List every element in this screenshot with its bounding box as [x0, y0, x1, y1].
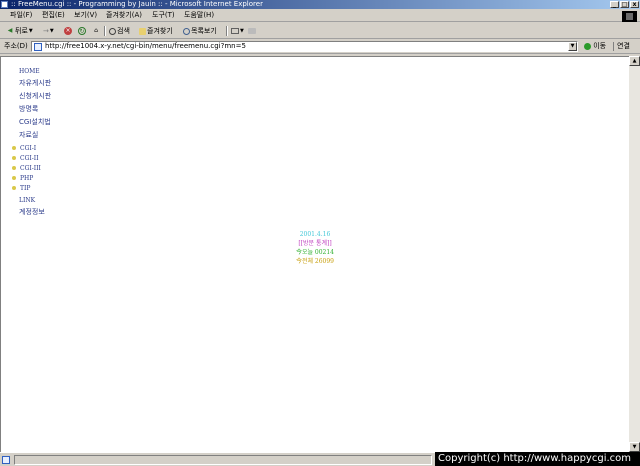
toolbar-divider — [226, 26, 228, 36]
history-icon — [183, 27, 190, 35]
address-bar: 주소(D) http://free1004.x-y.net/cgi-bin/me… — [0, 39, 640, 54]
refresh-icon: ↻ — [78, 27, 86, 35]
stop-icon: × — [64, 27, 72, 35]
menu-file[interactable]: 파일(F) — [8, 11, 34, 20]
menu-link-request-board[interactable]: 신청게시판 — [19, 92, 51, 101]
stop-button[interactable]: × — [64, 26, 72, 36]
search-button[interactable]: 검색 — [109, 26, 130, 36]
search-icon — [109, 27, 116, 35]
bullet-icon — [12, 186, 16, 190]
menu-link-cgi-1[interactable]: CGI-I — [20, 144, 36, 153]
menu-link-cgi-3[interactable]: CGI-III — [20, 164, 41, 173]
minimize-button[interactable]: _ — [610, 1, 619, 8]
menu-bar: 파일(F) 편집(E) 보기(V) 즐겨찾기(A) 도구(T) 도움말(H) — [0, 9, 640, 22]
stats-date: 2001.4.16 — [299, 231, 331, 238]
forward-arrow-icon: → — [43, 27, 49, 35]
links-button[interactable]: 연결 — [613, 42, 630, 51]
stats-total: 今전체 26099 — [295, 258, 335, 265]
windows-logo-icon — [622, 11, 637, 22]
visitor-stats: 2001.4.16 [[방문 통계]] 今오늘 00214 今전체 26099 — [280, 230, 350, 266]
menu-link-home[interactable]: HOME — [19, 67, 40, 76]
chevron-down-icon: ▼ — [28, 28, 33, 34]
menu-view[interactable]: 보기(V) — [72, 11, 99, 20]
history-label: 목록보기 — [191, 27, 217, 35]
toolbar: ◀ 뒤로 ▼ → ▼ × ↻ ⌂ 검색 즐겨찾기 목록보기 ▼ — [0, 23, 640, 39]
chevron-down-icon[interactable]: ▼ — [568, 42, 577, 51]
menu-link-tip[interactable]: TIP — [20, 184, 30, 193]
bullet-icon — [12, 146, 16, 150]
refresh-button[interactable]: ↻ — [78, 26, 86, 36]
chevron-down-icon: ▼ — [240, 28, 244, 34]
page-icon — [34, 43, 42, 51]
menu-link-cgi-install[interactable]: CGI설치법 — [19, 118, 51, 127]
back-button[interactable]: ◀ 뒤로 ▼ — [6, 26, 33, 36]
history-button[interactable]: 목록보기 — [183, 26, 217, 36]
back-label: 뒤로 — [15, 27, 28, 35]
vertical-scrollbar[interactable]: ▲ ▼ — [629, 56, 640, 452]
menu-help[interactable]: 도움말(H) — [182, 11, 216, 20]
favorites-button[interactable]: 즐겨찾기 — [139, 26, 173, 36]
address-label: 주소(D) — [4, 42, 28, 50]
menu-link-link[interactable]: LINK — [19, 196, 35, 205]
menu-link-free-board[interactable]: 자유게시판 — [19, 79, 51, 88]
menu-favorites[interactable]: 즐겨찾기(A) — [104, 11, 144, 20]
copyright-overlay: Copyright(c) http://www.happycgi.com — [435, 452, 640, 466]
maximize-button[interactable]: □ — [620, 1, 629, 8]
scroll-up-icon[interactable]: ▲ — [629, 56, 640, 66]
home-button[interactable]: ⌂ — [92, 26, 100, 36]
favorites-icon — [139, 27, 146, 35]
menu-link-php[interactable]: PHP — [20, 174, 33, 183]
menu-link-archive[interactable]: 자료실 — [19, 131, 38, 140]
close-button[interactable]: x — [630, 1, 639, 8]
mail-icon — [231, 28, 239, 34]
menu-link-cgi-2[interactable]: CGI-II — [20, 154, 39, 163]
stats-title: [[방문 통계]] — [298, 240, 332, 247]
bullet-icon — [12, 166, 16, 170]
menu-link-guestbook[interactable]: 방명록 — [19, 105, 38, 114]
back-arrow-icon: ◀ — [7, 27, 13, 34]
menu-tools[interactable]: 도구(T) — [150, 11, 177, 20]
go-button[interactable]: 이동 — [584, 42, 606, 51]
chevron-down-icon: ▼ — [49, 28, 54, 34]
mail-button[interactable]: ▼ — [231, 26, 244, 36]
menu-edit[interactable]: 편집(E) — [40, 11, 67, 20]
bullet-icon — [12, 156, 16, 160]
scroll-down-icon[interactable]: ▼ — [629, 442, 640, 452]
menu-link-account-info[interactable]: 계정정보 — [19, 208, 45, 217]
address-url: http://free1004.x-y.net/cgi-bin/menu/fre… — [45, 42, 246, 50]
status-text-panel — [14, 455, 432, 465]
bullet-icon — [12, 176, 16, 180]
search-label: 검색 — [117, 27, 130, 35]
favorites-label: 즐겨찾기 — [147, 27, 173, 35]
go-arrow-icon — [584, 42, 591, 50]
address-input[interactable]: http://free1004.x-y.net/cgi-bin/menu/fre… — [31, 41, 578, 52]
stats-today: 今오늘 00214 — [295, 249, 335, 256]
page-status-icon — [2, 456, 10, 464]
print-icon — [248, 28, 256, 34]
forward-button[interactable]: → ▼ — [43, 26, 54, 36]
home-icon: ⌂ — [94, 27, 98, 34]
toolbar-divider — [104, 26, 106, 36]
go-label: 이동 — [593, 42, 607, 50]
window-controls: _ □ x — [610, 1, 639, 8]
window-titlebar[interactable]: :: FreeMenu.cgi :: - Programming by Jaui… — [0, 0, 640, 9]
print-button[interactable] — [248, 26, 256, 36]
window-title: :: FreeMenu.cgi :: - Programming by Jaui… — [11, 0, 263, 8]
ie-icon — [1, 1, 8, 8]
